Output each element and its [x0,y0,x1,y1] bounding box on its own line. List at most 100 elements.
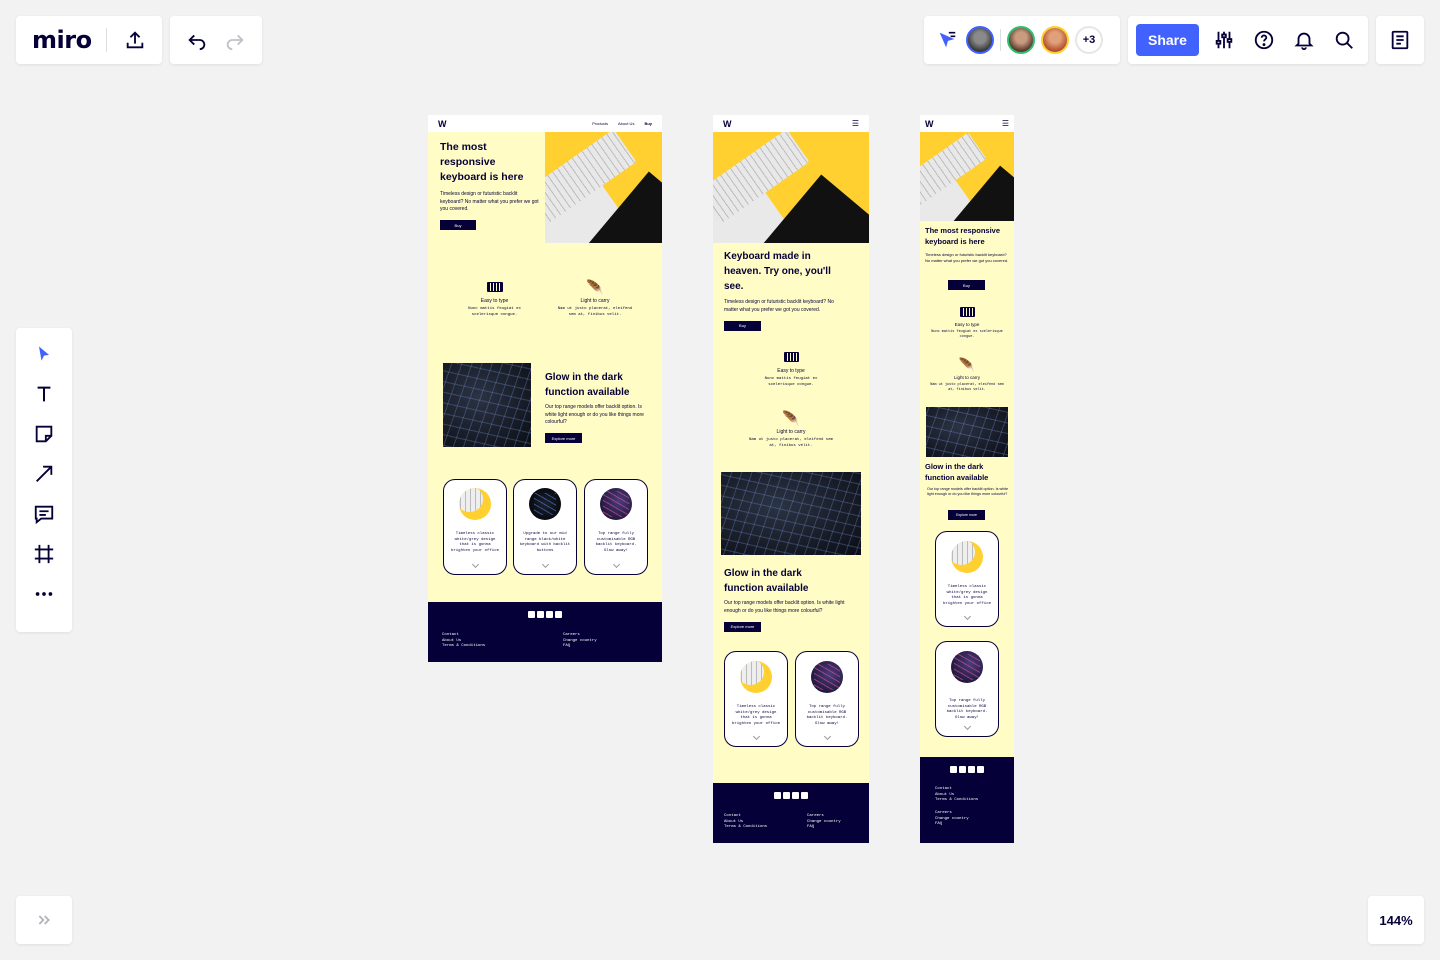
footer-link[interactable]: Terms & Conditions [724,825,767,831]
twitter-icon[interactable] [950,766,957,773]
chevron-down-icon[interactable] [541,560,549,569]
product-card[interactable]: Top range fully customisable RGB backlit… [795,651,859,747]
hamburger-menu-icon[interactable]: ☰ [1002,119,1009,128]
share-button[interactable]: Share [1136,24,1199,56]
upload-icon[interactable] [123,28,147,52]
redo-icon[interactable] [221,26,249,54]
glow-keyboard-image [721,472,861,555]
settings-sliders-icon[interactable] [1209,25,1239,55]
product-card[interactable]: Upgrade to our mid range black/white key… [513,479,577,575]
google-plus-icon[interactable] [546,611,553,618]
board-notes-button[interactable] [1376,16,1424,64]
avatar[interactable] [966,26,994,54]
chevron-down-icon[interactable] [963,722,971,731]
instagram-icon[interactable] [555,611,562,618]
select-cursor-icon[interactable] [30,340,58,368]
chevron-down-icon[interactable] [752,732,760,741]
card-text: Top range fully customisable RGB backlit… [946,699,988,720]
footer-link[interactable]: FAQ [935,822,969,828]
explore-more-button[interactable]: Explore more [948,510,985,520]
arrow-line-icon[interactable] [30,460,58,488]
google-plus-icon[interactable] [968,766,975,773]
comment-icon[interactable] [30,500,58,528]
explore-more-button[interactable]: Explore more [545,433,582,443]
instagram-icon[interactable] [977,766,984,773]
frame-footer: Contact About Us Terms & Conditions Care… [713,783,869,843]
footer-links-left: Contact About Us Terms & Conditions [935,787,978,804]
frame-tool-icon[interactable] [30,540,58,568]
chevron-down-icon[interactable] [963,612,971,621]
feature-title: Light to carry [776,429,806,435]
footer-links-right: Careers Change country FAQ [563,633,597,650]
feature-title: Easy to type [480,298,509,304]
expand-panel-button[interactable] [16,896,72,944]
footer-links-right: Careers Change country FAQ [935,811,969,828]
mobile-frame[interactable]: W ☰ The most responsive keyboard is here… [920,115,1014,843]
feature-title: Easy to type [954,322,980,327]
product-card[interactable]: Top range fully customisable RGB backlit… [935,641,999,737]
hero-buy-button[interactable]: Buy [440,220,476,230]
avatar[interactable] [1041,26,1069,54]
twitter-icon[interactable] [528,611,535,618]
footer-link[interactable]: FAQ [807,825,841,831]
history-controls [170,16,262,64]
zoom-level[interactable]: 144% [1368,896,1424,944]
product-card[interactable]: Timeless classic white/grey design that … [443,479,507,575]
footer-link[interactable]: Terms & Conditions [442,644,485,650]
desktop-frame[interactable]: W Products About Us Buy The most respons… [428,115,662,662]
glow-text: Our top range models offer backlit optio… [927,487,1009,497]
undo-icon[interactable] [183,26,211,54]
search-icon[interactable] [1329,25,1359,55]
chevron-down-icon[interactable] [823,732,831,741]
miro-logo[interactable]: miro [32,26,92,54]
chevron-down-icon[interactable] [612,560,620,569]
product-card[interactable]: Timeless classic white/grey design that … [935,531,999,627]
feature-text: Nam ut justo placerat, eleifend sem at, … [748,438,833,448]
facebook-icon[interactable] [959,766,966,773]
feature-text: Nunc mattis feugiat ex scelerisque congu… [764,377,818,387]
twitter-icon[interactable] [774,792,781,799]
feather-icon: 🪶 [586,279,604,295]
explore-more-button[interactable]: Explore more [724,621,761,632]
board-header: miro [16,16,162,64]
more-tools-icon[interactable] [30,580,58,608]
glow-text-block: Glow in the dark function available Our … [925,461,1011,498]
chevron-down-icon[interactable] [471,560,479,569]
sticky-note-icon[interactable] [30,420,58,448]
feature-light: 🪶 Light to carry Nam ut justo placerat, … [748,411,834,449]
social-icons [713,792,869,799]
feature-text: Nunc mattis feugiat ex scelerisque congu… [931,330,1003,339]
brand-logo-icon: W [438,118,447,129]
help-icon[interactable] [1249,25,1279,55]
tablet-frame[interactable]: W ☰ Keyboard made in heaven. Try one, yo… [713,115,869,843]
social-icons [428,611,662,618]
hero-buy-button[interactable]: Buy [948,280,985,290]
avatar[interactable] [1007,26,1035,54]
hamburger-menu-icon[interactable]: ☰ [852,119,859,128]
nav-about[interactable]: About Us [618,121,634,126]
product-card[interactable]: Top range fully customisable RGB backlit… [584,479,648,575]
glow-text: Our top range models offer backlit optio… [545,404,644,425]
bell-icon[interactable] [1289,25,1319,55]
nav-products[interactable]: Products [592,121,608,126]
instagram-icon[interactable] [801,792,808,799]
footer-link[interactable]: FAQ [563,644,597,650]
hero-text-block: The most responsive keyboard is here Tim… [925,225,1011,263]
nav-buy[interactable]: Buy [644,121,652,126]
facebook-icon[interactable] [537,611,544,618]
follow-cursor-icon[interactable] [934,27,960,53]
hero-buy-button[interactable]: Buy [724,320,761,331]
hero-keyboard-image [920,132,1014,221]
footer-link[interactable]: Terms & Conditions [935,798,978,804]
feature-title: Light to carry [580,298,610,304]
facebook-icon[interactable] [783,792,790,799]
keyboard-icon [959,307,975,317]
product-card[interactable]: Timeless classic white/grey design that … [724,651,788,747]
hero-title: The most responsive keyboard is here [925,226,1001,246]
more-collaborators-badge[interactable]: +3 [1075,26,1103,54]
text-tool-icon[interactable] [30,380,58,408]
hero-text: Timeless design or futuristic backlit ke… [724,299,834,313]
google-plus-icon[interactable] [792,792,799,799]
card-text: Timeless classic white/grey design that … [942,585,991,606]
feature-title: Easy to type [777,368,805,374]
